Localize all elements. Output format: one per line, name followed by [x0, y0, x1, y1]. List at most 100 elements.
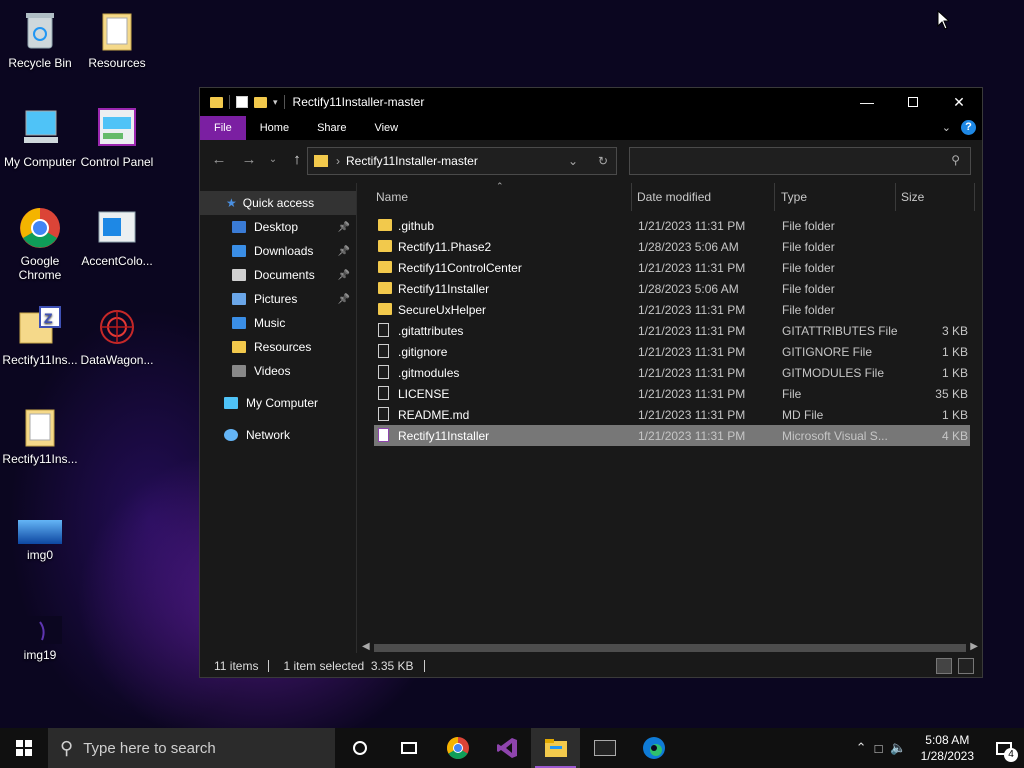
tab-view[interactable]: View — [360, 116, 412, 140]
nav-label: Network — [246, 428, 291, 442]
address-path[interactable]: Rectify11Installer-master — [346, 154, 478, 168]
tab-home[interactable]: Home — [246, 116, 303, 140]
table-row[interactable]: .gitattributes 1/21/2023 11:31 PM GITATTRI… — [374, 320, 970, 341]
expand-ribbon-icon[interactable]: ⌄ — [942, 121, 951, 134]
volume-icon[interactable]: 🔈 — [890, 740, 906, 756]
nav-item-pictures[interactable]: Pictures 📌 — [200, 287, 356, 311]
nav-item-documents[interactable]: Documents 📌 — [200, 263, 356, 287]
table-row[interactable]: .gitignore 1/21/2023 11:31 PM GITIGNORE Fi… — [374, 341, 970, 362]
task-view-button[interactable] — [384, 728, 433, 768]
up-arrow-icon[interactable]: ↑ — [286, 151, 308, 168]
tab-share[interactable]: Share — [303, 116, 360, 140]
taskbar-terminal[interactable] — [580, 728, 629, 768]
table-row[interactable]: Rectify11.Phase2 1/28/2023 5:06 AM File fo… — [374, 236, 970, 257]
file-type: File folder — [782, 240, 835, 254]
nav-label: Downloads — [254, 244, 314, 258]
table-row[interactable]: README.md 1/21/2023 11:31 PM MD File 1 KB — [374, 404, 970, 425]
task-view-icon — [400, 742, 417, 754]
item-count: 11 items — [214, 659, 259, 673]
nav-item-music[interactable]: Music — [200, 311, 356, 335]
notification-badge: 4 — [1004, 748, 1018, 762]
nav-item-downloads[interactable]: Downloads 📌 — [200, 239, 356, 263]
column-date[interactable]: Date modified — [637, 190, 711, 204]
scroll-left-icon[interactable]: ◀ — [362, 641, 370, 652]
file-date: 1/21/2023 11:31 PM — [638, 345, 746, 359]
desktop-icon-recycle-bin[interactable]: Recycle Bin — [0, 8, 80, 70]
horizontal-scrollbar[interactable]: ◀ ▶ — [358, 641, 982, 655]
help-icon[interactable]: ? — [961, 120, 976, 135]
desktop-icon-rectify11-installer-zip[interactable]: Z Rectify11Ins... — [0, 305, 80, 367]
taskbar-chrome[interactable] — [433, 728, 482, 768]
taskbar-edge[interactable] — [629, 728, 678, 768]
large-icons-view-icon[interactable] — [958, 658, 974, 674]
column-size[interactable]: Size — [901, 190, 924, 204]
nav-item-resources[interactable]: Resources — [200, 335, 356, 359]
desktop-icon-resources[interactable]: Resources — [77, 8, 157, 70]
tab-file[interactable]: File — [200, 116, 246, 140]
search-input[interactable]: ⚲ — [629, 147, 971, 175]
nav-network[interactable]: Network — [200, 423, 356, 447]
maximize-button[interactable] — [890, 88, 936, 116]
column-name[interactable]: Name — [376, 190, 408, 204]
file-explorer-icon — [544, 739, 567, 757]
file-rows: .github 1/21/2023 11:31 PM File folder Rect… — [374, 215, 970, 446]
desktop-icon-accentcolorizer[interactable]: AccentColo... — [77, 206, 157, 268]
picture-icon — [232, 293, 246, 305]
refresh-icon[interactable]: ↻ — [598, 154, 608, 168]
properties-icon[interactable] — [236, 96, 248, 108]
customize-toolbar-icon[interactable]: ▾ — [273, 97, 278, 108]
desktop-icon-img19[interactable]: img19 — [0, 612, 80, 662]
network-icon[interactable]: □ — [875, 741, 883, 756]
recent-locations-icon[interactable]: ⌄ — [268, 154, 278, 165]
desktop-icon-my-computer[interactable]: My Computer — [0, 107, 80, 169]
desktop-icon-img0[interactable]: img0 — [0, 512, 80, 562]
start-button[interactable] — [0, 728, 48, 768]
chrome-icon — [446, 737, 469, 759]
scroll-thumb[interactable] — [374, 644, 966, 652]
status-bar: 11 items 1 item selected 3.35 KB — [200, 655, 982, 677]
file-type: GITMODULES File — [782, 366, 885, 380]
taskbar-visual-studio[interactable] — [482, 728, 531, 768]
file-type: Microsoft Visual S... — [782, 429, 888, 443]
folder-icon — [378, 303, 392, 315]
desktop-icon-rectify11-installer-folder[interactable]: Rectify11Ins... — [0, 404, 80, 466]
desktop-icon-datawagon[interactable]: DataWagon... — [77, 305, 157, 367]
minimize-button[interactable]: — — [844, 88, 890, 116]
table-row[interactable]: .gitmodules 1/21/2023 11:31 PM GITMODULES … — [374, 362, 970, 383]
table-row[interactable]: SecureUxHelper 1/21/2023 11:31 PM File fol… — [374, 299, 970, 320]
edge-icon — [642, 737, 665, 759]
back-arrow-icon[interactable]: ← — [208, 151, 230, 168]
table-row[interactable]: LICENSE 1/21/2023 11:31 PM File 35 KB — [374, 383, 970, 404]
nav-item-videos[interactable]: Videos — [200, 359, 356, 383]
desktop-icon-control-panel[interactable]: Control Panel — [77, 107, 157, 169]
forward-arrow-icon[interactable]: → — [238, 151, 260, 168]
taskbar-file-explorer[interactable] — [531, 728, 580, 768]
scroll-right-icon[interactable]: ▶ — [970, 641, 978, 652]
taskbar-search-input[interactable]: ⚲ Type here to search — [48, 728, 335, 768]
nav-my-computer[interactable]: My Computer — [200, 391, 356, 415]
new-folder-icon[interactable] — [254, 96, 267, 108]
table-row[interactable]: Rectify11ControlCenter 1/21/2023 11:31 PM… — [374, 257, 970, 278]
chevron-right-icon[interactable]: › — [336, 154, 340, 168]
address-bar[interactable]: › Rectify11Installer-master ⌄ ↻ — [307, 147, 617, 175]
chevron-down-icon[interactable]: ⌄ — [568, 154, 578, 168]
close-button[interactable]: ✕ — [936, 88, 982, 116]
folder-icon — [93, 8, 141, 52]
zip-folder-icon: Z — [16, 305, 64, 349]
details-view-icon[interactable] — [936, 658, 952, 674]
cortana-button[interactable] — [335, 728, 384, 768]
desktop-icon-google-chrome[interactable]: Google Chrome — [0, 206, 80, 282]
column-type[interactable]: Type — [781, 190, 807, 204]
folder-icon — [210, 96, 223, 108]
notification-button[interactable]: 4 — [984, 728, 1024, 768]
file-date: 1/21/2023 11:31 PM — [638, 219, 746, 233]
table-row[interactable]: Rectify11Installer 1/21/2023 11:31 PM Micr… — [374, 425, 970, 446]
nav-item-desktop[interactable]: Desktop 📌 — [200, 215, 356, 239]
clock[interactable]: 5:08 AM 1/28/2023 — [921, 732, 974, 764]
view-toggle — [936, 658, 974, 674]
table-row[interactable]: .github 1/21/2023 11:31 PM File folder — [374, 215, 970, 236]
nav-quick-access[interactable]: ★ Quick access — [200, 191, 356, 215]
chevron-up-icon[interactable]: ⌃ — [856, 740, 867, 756]
table-row[interactable]: Rectify11Installer 1/28/2023 5:06 AM File … — [374, 278, 970, 299]
file-size: 1 KB — [941, 345, 968, 359]
